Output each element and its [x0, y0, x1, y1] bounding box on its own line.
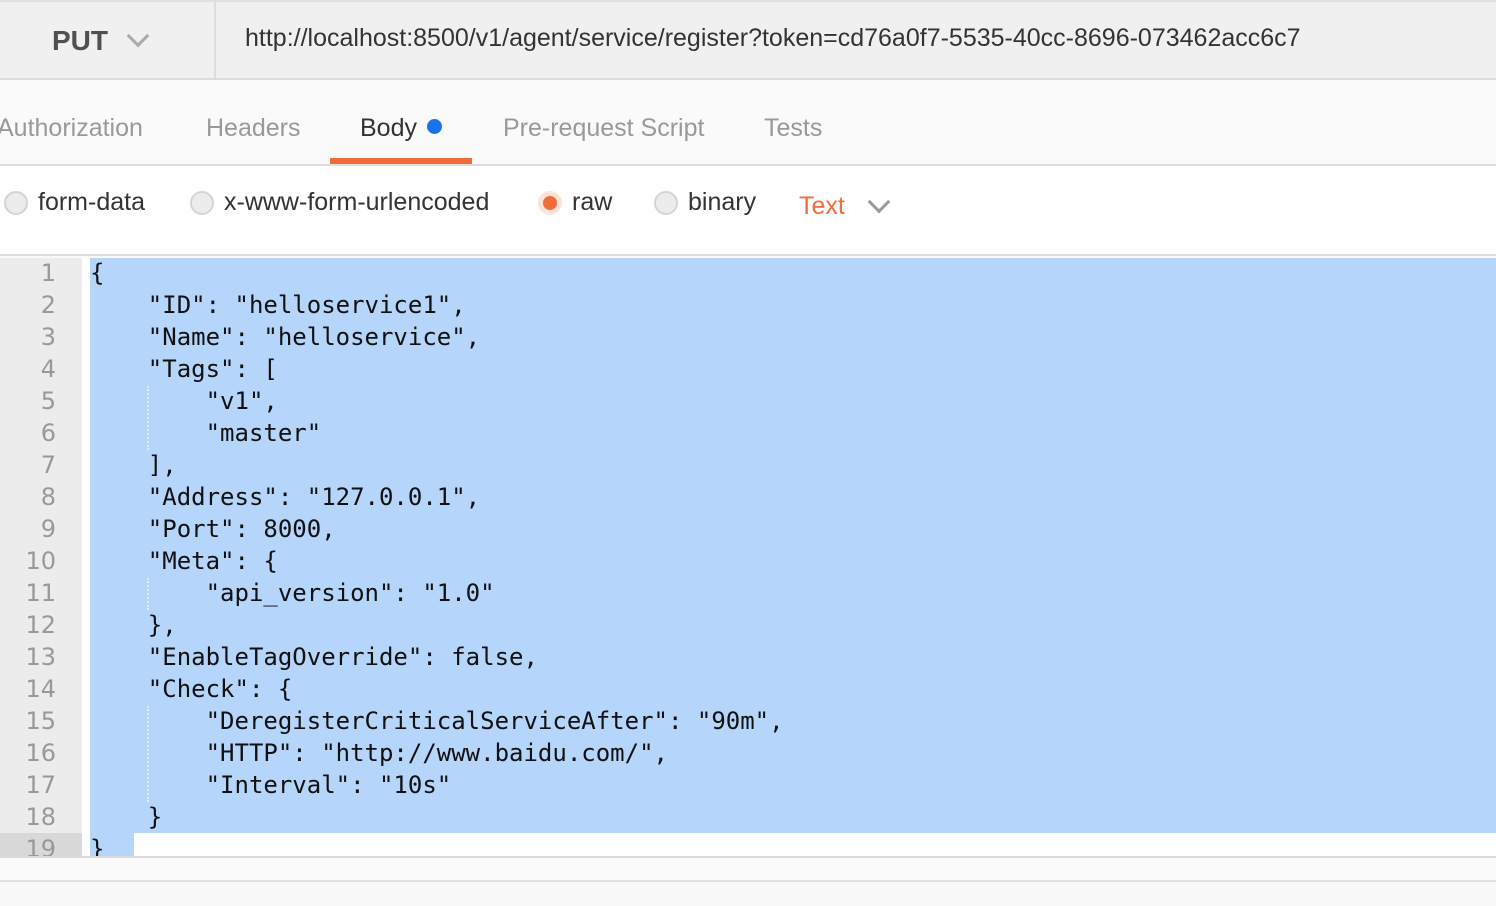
code-line: 3 "Name": "helloservice",	[0, 321, 1496, 353]
code-line: 14 "Check": {	[0, 673, 1496, 705]
line-number: 17	[25, 771, 56, 799]
chevron-down-icon	[126, 24, 150, 48]
content-type-label: Text	[799, 192, 845, 220]
line-number: 16	[25, 739, 56, 767]
active-tab-underline	[330, 158, 472, 164]
tab-authorization[interactable]: Authorization	[0, 114, 143, 143]
code-text: "Address": "127.0.0.1",	[90, 481, 1496, 513]
radio-label: raw	[572, 188, 613, 216]
tab-body-label: Body	[360, 114, 417, 142]
radio-label: binary	[688, 188, 757, 216]
code-text: "Meta": {	[90, 545, 1496, 577]
code-text: "ID": "helloservice1",	[90, 289, 1496, 321]
url-input[interactable]: http://localhost:8500/v1/agent/service/r…	[245, 24, 1301, 53]
line-number: 5	[40, 387, 56, 415]
code-text: "master"	[90, 417, 1496, 449]
line-number: 10	[25, 547, 56, 575]
code-line: 11 "api_version": "1.0"	[0, 577, 1496, 609]
tab-body[interactable]: Body	[360, 114, 442, 143]
radio-raw[interactable]: raw	[538, 188, 612, 217]
code-text: }	[90, 801, 1496, 833]
chevron-down-icon	[867, 190, 891, 213]
line-number: 14	[25, 675, 56, 703]
code-line: 4 "Tags": [	[0, 353, 1496, 385]
code-text: "DeregisterCriticalServiceAfter": "90m",	[90, 705, 1496, 737]
line-number: 3	[40, 323, 56, 351]
code-text: "Check": {	[90, 673, 1496, 705]
line-number: 19	[25, 835, 56, 858]
code-line: 19}	[0, 833, 1496, 858]
code-line: 2 "ID": "helloservice1",	[0, 289, 1496, 321]
code-line: 1{	[0, 258, 1496, 289]
indent-guide	[147, 706, 149, 802]
radio-circle-icon	[4, 190, 28, 215]
code-text: ],	[90, 449, 1496, 481]
code-line: 7 ],	[0, 449, 1496, 481]
radio-binary[interactable]: binary	[654, 188, 756, 217]
request-tabs: Authorization Headers Body Pre-request S…	[0, 80, 1496, 166]
radio-circle-icon	[190, 190, 214, 215]
radio-x-www-form-urlencoded[interactable]: x-www-form-urlencoded	[190, 188, 489, 217]
code-editor[interactable]: 1{2 "ID": "helloservice1", 3 "Name": "hel…	[0, 258, 1496, 858]
radio-label: x-www-form-urlencoded	[224, 188, 490, 216]
line-number: 4	[40, 355, 56, 383]
code-text: "HTTP": "http://www.baidu.com/",	[90, 737, 1496, 769]
line-number: 12	[25, 611, 56, 639]
line-number: 2	[40, 291, 56, 319]
tab-tests[interactable]: Tests	[764, 114, 822, 143]
line-number: 18	[25, 803, 56, 831]
footer-bar	[0, 880, 1496, 906]
indent-guide	[147, 386, 149, 450]
request-bar: PUT http://localhost:8500/v1/agent/servi…	[0, 0, 1496, 80]
code-line: 10 "Meta": {	[0, 545, 1496, 577]
code-line: 13 "EnableTagOverride": false,	[0, 641, 1496, 673]
code-line: 9 "Port": 8000,	[0, 513, 1496, 545]
line-number: 13	[25, 643, 56, 671]
code-line: 12 },	[0, 609, 1496, 641]
radio-label: form-data	[38, 188, 145, 216]
line-number: 9	[40, 515, 56, 543]
code-text: "EnableTagOverride": false,	[90, 641, 1496, 673]
code-line: 5 "v1",	[0, 385, 1496, 417]
code-text: "Interval": "10s"	[90, 769, 1496, 801]
line-number: 6	[40, 419, 56, 447]
method-label: PUT	[52, 25, 108, 56]
code-line: 18 }	[0, 801, 1496, 833]
code-line: 15 "DeregisterCriticalServiceAfter": "90…	[0, 705, 1496, 737]
method-dropdown[interactable]: PUT	[0, 2, 216, 80]
code-text: }	[90, 833, 134, 856]
code-text: {	[90, 258, 1496, 289]
code-line: 8 "Address": "127.0.0.1",	[0, 481, 1496, 513]
code-line: 17 "Interval": "10s"	[0, 769, 1496, 801]
line-number: 7	[40, 451, 56, 479]
code-line: 16 "HTTP": "http://www.baidu.com/",	[0, 737, 1496, 769]
line-number: 11	[25, 579, 56, 607]
code-text: "Tags": [	[90, 353, 1496, 385]
code-text: "Name": "helloservice",	[90, 321, 1496, 353]
radio-selected-icon	[538, 190, 562, 215]
indent-guide	[147, 578, 149, 610]
content-indicator-dot-icon	[426, 119, 442, 134]
line-number: 1	[40, 259, 56, 287]
line-number: 15	[25, 707, 56, 735]
radio-circle-icon	[654, 190, 678, 215]
body-type-selector: form-data x-www-form-urlencoded raw bina…	[0, 166, 1496, 256]
radio-form-data[interactable]: form-data	[4, 188, 145, 217]
content-type-dropdown[interactable]: Text	[799, 190, 891, 221]
tab-pre-request-script[interactable]: Pre-request Script	[503, 114, 704, 143]
tab-headers[interactable]: Headers	[206, 114, 301, 143]
code-text: "v1",	[90, 385, 1496, 417]
code-text: },	[90, 609, 1496, 641]
code-text: "api_version": "1.0"	[90, 577, 1496, 609]
code-text: "Port": 8000,	[90, 513, 1496, 545]
code-line: 6 "master"	[0, 417, 1496, 449]
line-number: 8	[40, 483, 56, 511]
